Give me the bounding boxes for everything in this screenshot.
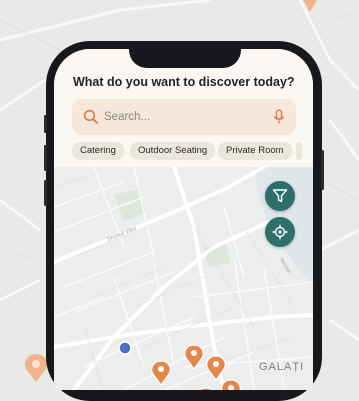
phone-volume-up bbox=[44, 145, 47, 171]
chip-more[interactable] bbox=[296, 142, 302, 160]
locate-button[interactable] bbox=[265, 217, 295, 247]
chip-catering[interactable]: Catering bbox=[72, 142, 124, 160]
mic-icon[interactable] bbox=[272, 109, 286, 125]
phone-notch bbox=[129, 41, 241, 68]
page-title: What do you want to discover today? bbox=[73, 75, 295, 89]
search-icon bbox=[83, 109, 98, 124]
app-screen: Drumul Viilor Nicolae What do you want t… bbox=[54, 49, 313, 390]
filter-button[interactable] bbox=[265, 181, 295, 211]
user-location-dot bbox=[118, 341, 132, 355]
phone-power-button bbox=[321, 150, 324, 190]
chip-private-room[interactable]: Private Room bbox=[218, 142, 292, 160]
category-chips: Catering Outdoor Seating Private Room bbox=[72, 142, 313, 162]
chip-outdoor-seating[interactable]: Outdoor Seating bbox=[130, 142, 216, 160]
map-pin bbox=[221, 379, 241, 390]
filter-icon bbox=[272, 189, 288, 203]
locate-icon bbox=[272, 224, 288, 240]
search-bar[interactable] bbox=[72, 99, 296, 135]
phone-volume-down bbox=[44, 180, 47, 206]
phone-side-button bbox=[44, 115, 47, 133]
city-label: GALAȚI bbox=[259, 361, 305, 373]
search-input[interactable] bbox=[104, 107, 264, 127]
